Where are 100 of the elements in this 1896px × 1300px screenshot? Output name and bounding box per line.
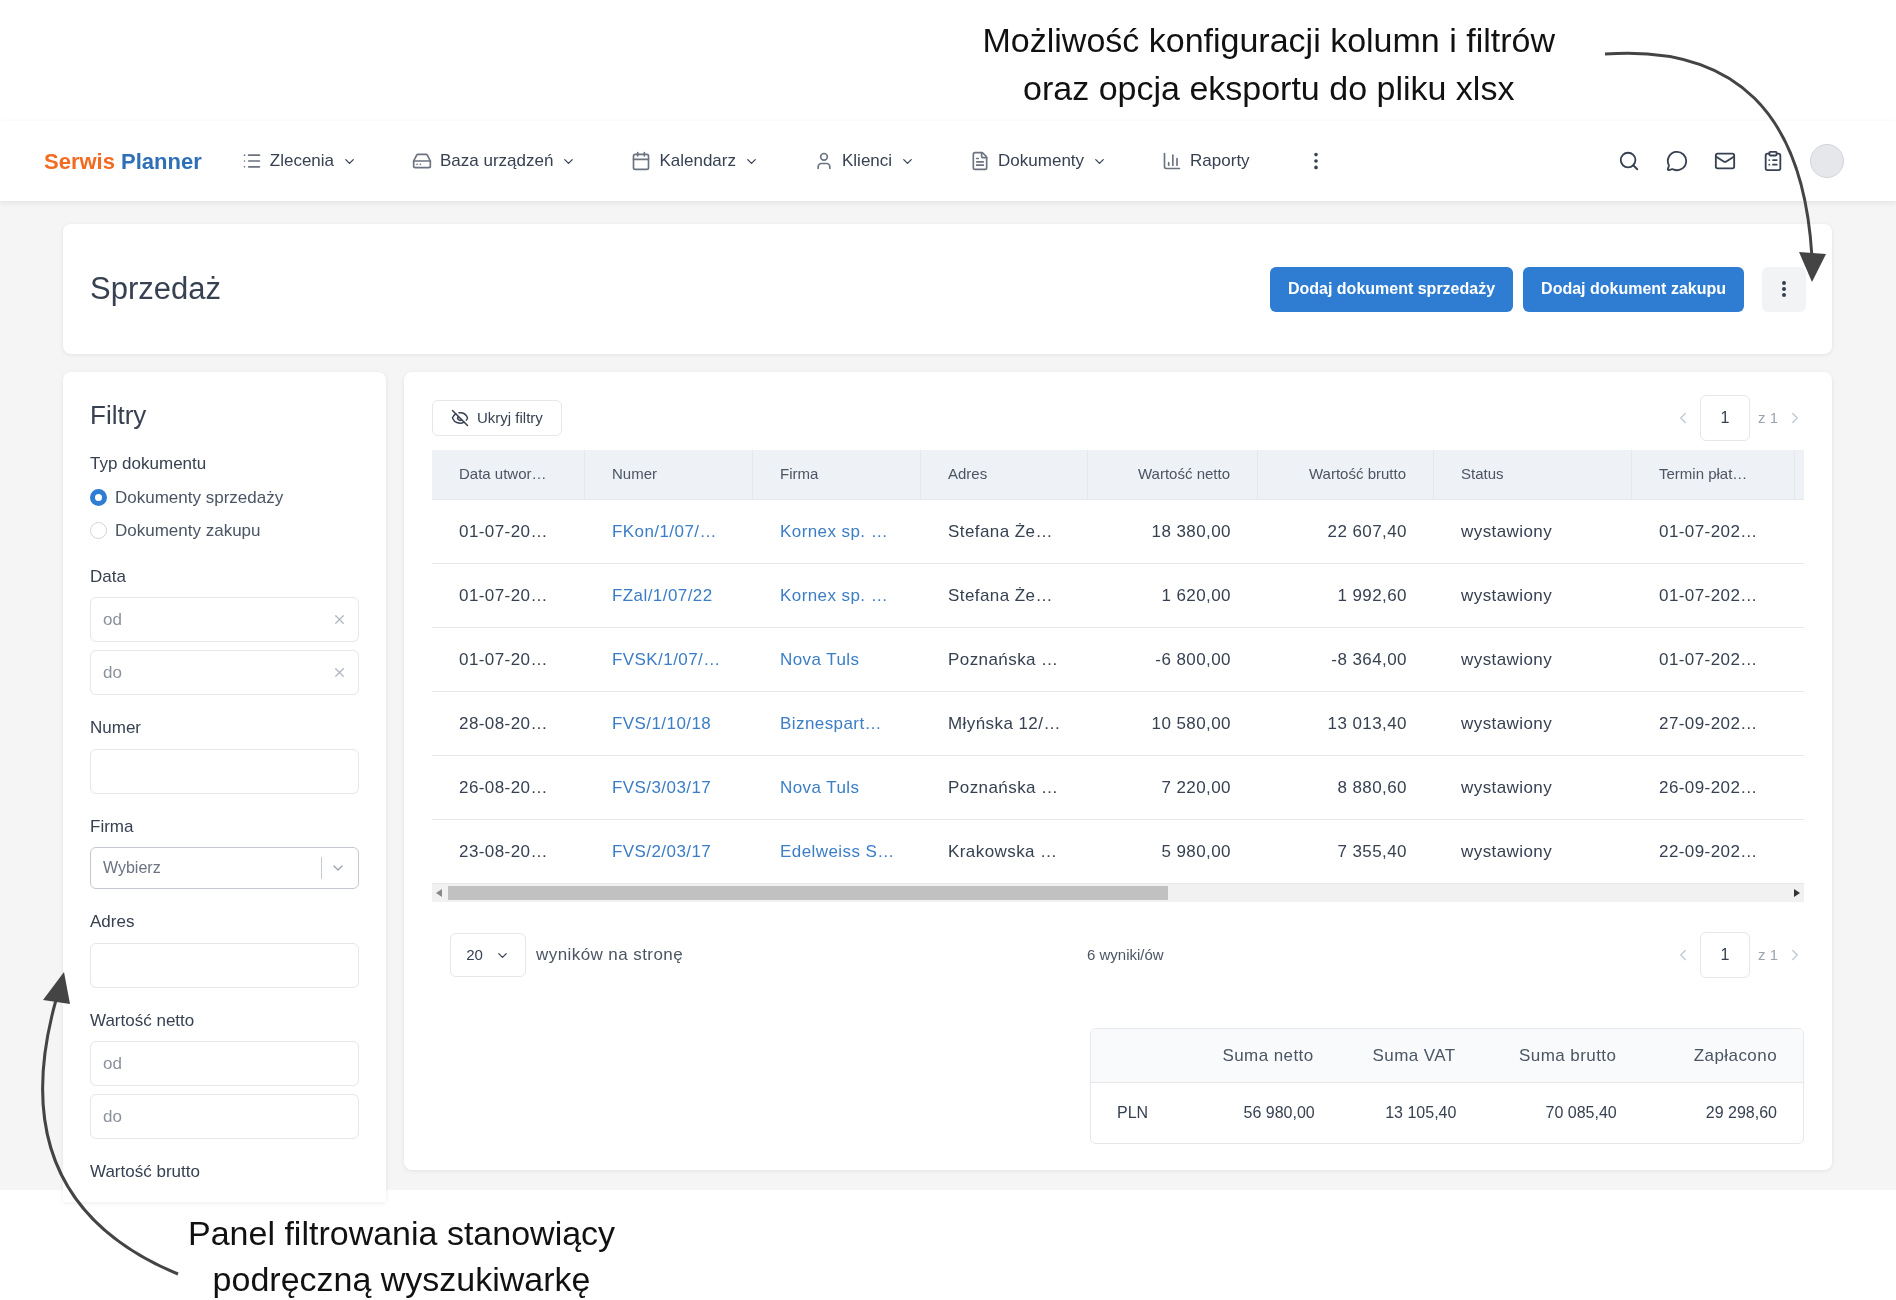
add-document-button[interactable]: Dodaj dokument zakupu <box>1523 266 1744 312</box>
horizontal-scrollbar[interactable] <box>432 884 1804 902</box>
page-number-field[interactable]: 1 <box>1700 932 1750 978</box>
annotation-text: Możliwość konfiguracji kolumn i filtrów oraz opcja eksportu do pliku xlsx <box>982 20 1555 109</box>
radio-label: Dokumenty sprzedaży <box>115 486 284 509</box>
search-icon[interactable] <box>1618 150 1640 172</box>
totals-cell-text: 29 298,60 <box>1704 1103 1778 1123</box>
column-header[interactable]: Termin płat… <box>1632 450 1795 499</box>
mail-icon[interactable] <box>1714 150 1736 172</box>
input-field[interactable] <box>90 942 359 988</box>
table-link[interactable]: FVS/3/03/17 <box>585 756 753 819</box>
logo[interactable]: Serwis Planner <box>44 144 202 178</box>
table-link[interactable]: Edelweiss S… <box>753 820 921 883</box>
input-field[interactable] <box>90 748 359 794</box>
column-header[interactable]: Wartość netto <box>1088 450 1258 499</box>
table-cell-text: 27-09-202… <box>1658 712 1759 735</box>
table-cell-text: 26-08-20… <box>458 776 549 799</box>
table-cell-text: 1 992,60 <box>1336 584 1408 607</box>
filter-label: Numer <box>90 717 142 739</box>
table-cell-text: 22-09-202… <box>1658 840 1759 863</box>
table-cell-text: wystawiony <box>1460 840 1554 863</box>
table-link[interactable]: FVS/2/03/17 <box>585 820 753 883</box>
list-icon <box>241 151 262 171</box>
nav-menu-item[interactable]: Raporty <box>1162 148 1250 174</box>
table-link[interactable]: FKon/1/07/… <box>585 500 753 563</box>
scroll-right-icon[interactable] <box>1794 889 1800 897</box>
table-link[interactable]: FZal/1/07/22 <box>585 564 753 627</box>
page-size-label: wyników na stronę <box>536 944 685 967</box>
table-cell-text: 01-07-20… <box>458 648 549 671</box>
table-cell-text: Młyńska 12/… <box>947 712 1062 735</box>
table-link[interactable]: Biznespart… <box>753 692 921 755</box>
table-link[interactable]: Nova Tuls <box>753 756 921 819</box>
more-options-button[interactable] <box>1762 266 1806 312</box>
add-document-button[interactable]: Dodaj dokument sprzedaży <box>1269 266 1514 312</box>
table-link[interactable]: Kornex sp. … <box>753 564 921 627</box>
select-field[interactable]: Wybierz <box>90 847 359 889</box>
more-icon <box>1782 281 1786 297</box>
scroll-left-icon[interactable] <box>436 889 442 897</box>
chat-icon[interactable] <box>1666 150 1688 172</box>
table-cell-text: -6 800,00 <box>1154 648 1232 671</box>
totals-header: Suma brutto <box>1518 1044 1618 1067</box>
table-cell-text: 23-08-20… <box>458 840 549 863</box>
result-count: 6 wyniki/ów <box>1087 944 1165 965</box>
filter-label: Wartość brutto <box>90 1161 201 1183</box>
column-header[interactable]: Data utwor… <box>432 450 585 499</box>
nav-menu-item[interactable]: Baza urządzeń <box>412 148 577 174</box>
eye-off-icon <box>451 409 469 427</box>
filter-label: Wartość netto <box>90 1009 196 1032</box>
nav-menu-item[interactable]: Zlecenia <box>241 148 358 174</box>
drive-icon <box>412 151 433 171</box>
column-header[interactable]: Adres <box>921 450 1088 499</box>
input-field[interactable]: do <box>90 1094 359 1139</box>
totals-header: Suma netto <box>1221 1044 1315 1067</box>
nav-menu-item[interactable]: Dokumenty <box>970 148 1108 174</box>
table-cell-text: 7 220,00 <box>1160 776 1232 799</box>
calendar-icon <box>631 151 652 171</box>
table-cell-text: 01-07-202… <box>1658 584 1759 607</box>
nav-menu-item[interactable]: Klienci <box>814 148 916 174</box>
table-cell-text: Stefana Że… <box>947 584 1054 607</box>
table-link[interactable]: Nova Tuls <box>753 628 921 691</box>
clear-icon[interactable] <box>332 612 347 627</box>
totals-cell-text: 56 980,00 <box>1242 1103 1316 1123</box>
table-cell-text: wystawiony <box>1460 648 1554 671</box>
table-cell-text: wystawiony <box>1460 584 1554 607</box>
table-cell-text: 8 880,60 <box>1336 776 1408 799</box>
page-count: z 1 <box>1758 944 1778 965</box>
document-icon <box>970 151 991 171</box>
avatar[interactable] <box>1810 144 1844 178</box>
currency-cell-text: PLN <box>1116 1103 1150 1123</box>
input-field[interactable]: od <box>90 1041 359 1086</box>
radio-button[interactable] <box>90 488 107 506</box>
clipboard-icon[interactable] <box>1762 150 1784 172</box>
table-cell-text: wystawiony <box>1460 776 1554 799</box>
column-header[interactable]: Wartość brutto <box>1258 450 1434 499</box>
column-header[interactable]: Numer <box>585 450 753 499</box>
table-cell-text: 5 980,00 <box>1160 840 1232 863</box>
column-header[interactable]: Firma <box>753 450 921 499</box>
clear-icon[interactable] <box>332 665 347 680</box>
table-cell-text: 18 380,00 <box>1150 520 1232 543</box>
input-field[interactable]: od <box>90 597 359 642</box>
filter-label: Data <box>90 565 127 588</box>
annotation-text: Panel filtrowania stanowiący podręczną wyszukiwarkę <box>188 1213 616 1300</box>
table-cell-text: Krakowska … <box>947 840 1059 863</box>
table-cell-text: Stefana Że… <box>947 520 1054 543</box>
hide-filters-button[interactable]: Ukryj filtry <box>432 400 562 436</box>
page-size-select[interactable]: 20 <box>450 933 526 977</box>
table-cell-text: 7 355,40 <box>1336 840 1408 863</box>
input-field[interactable]: do <box>90 650 359 695</box>
column-header[interactable]: Status <box>1434 450 1632 499</box>
table-cell-text: Poznańska … <box>947 648 1060 671</box>
filter-label: Adres <box>90 911 136 933</box>
page-number-field[interactable]: 1 <box>1700 395 1750 441</box>
table-link[interactable]: Kornex sp. … <box>753 500 921 563</box>
filter-title: Filtry <box>90 399 148 432</box>
table-cell-text: 26-09-202… <box>1658 776 1759 799</box>
table-link[interactable]: FVSK/1/07/… <box>585 628 753 691</box>
table-link[interactable]: FVS/1/10/18 <box>585 692 753 755</box>
table-cell-text: 01-07-202… <box>1658 648 1759 671</box>
table-cell-text: 28-08-20… <box>458 712 549 735</box>
nav-menu-item[interactable]: Kalendarz <box>631 148 759 174</box>
